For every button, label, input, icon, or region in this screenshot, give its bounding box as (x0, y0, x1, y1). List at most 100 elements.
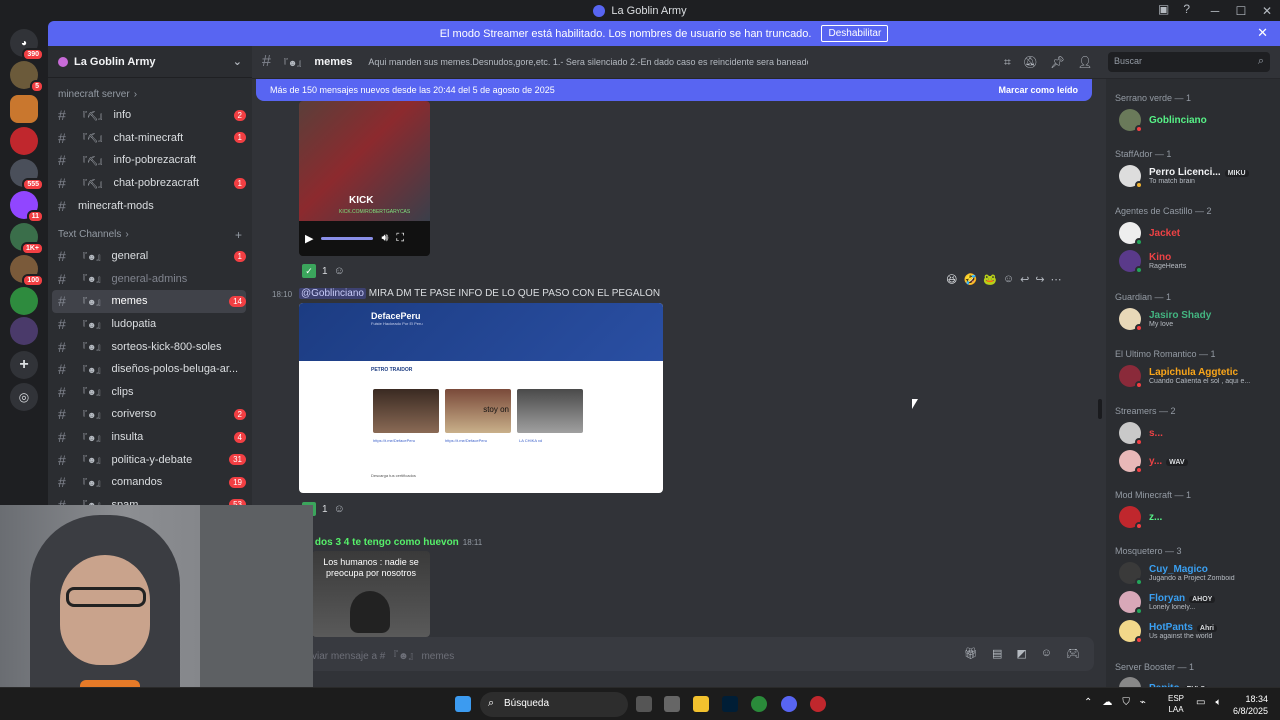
close-button[interactable]: ✕ (1254, 4, 1280, 18)
discover-icon[interactable]: ◎ (10, 383, 38, 411)
emoji-reaction-icon[interactable]: 🐸 (983, 273, 997, 286)
notification-muted-icon[interactable]: 🔕︎ (1023, 55, 1038, 70)
channel-item-sorteos-kick-800-soles[interactable]: # 『☻』 sorteos-kick-800-soles (52, 335, 246, 358)
minimize-button[interactable]: ─ (1202, 4, 1228, 18)
channel-item-coriverso[interactable]: # 『☻』 coriverso 2 (52, 403, 246, 426)
chevron-up-icon[interactable]: ⌃ (1084, 697, 1092, 708)
member-item[interactable]: s... (1119, 422, 1279, 446)
channel-item-info-pobrezacraft[interactable]: # 『⛏』 info-pobrezacraft (52, 149, 246, 172)
add-server-icon[interactable]: + (10, 351, 38, 379)
member-item[interactable]: Jasiro Shady My love (1119, 308, 1279, 332)
user-mention[interactable]: @Goblinciano (299, 288, 366, 299)
close-banner-icon[interactable]: ✕ (1257, 25, 1268, 41)
channel-item-minecraft-mods[interactable]: # minecraft-mods (52, 194, 246, 217)
new-messages-bar[interactable]: Más de 150 mensajes nuevos desde las 20:… (256, 79, 1092, 101)
shield-icon[interactable]: ⛉ (1122, 697, 1130, 708)
add-reaction-icon[interactable]: ☺ (334, 503, 345, 515)
member-item[interactable]: Perro Licenci... MIKU To match brain (1119, 165, 1279, 189)
server-icon[interactable] (10, 317, 38, 345)
channel-item-chat-pobrezacraft[interactable]: # 『⛏』 chat-pobrezacraft 1 (52, 172, 246, 195)
channel-item-clips[interactable]: # 『☻』 clips (52, 381, 246, 404)
more-icon[interactable]: ⋯ (1051, 273, 1062, 286)
volume-bar[interactable] (321, 237, 374, 240)
usb-icon[interactable]: ⌁ (1140, 697, 1146, 708)
gift-icon[interactable]: 🎁︎ (964, 647, 978, 660)
gif-icon[interactable]: ▤ (992, 647, 1002, 660)
server-icon[interactable]: 5 (10, 61, 44, 93)
server-icon[interactable] (10, 95, 38, 123)
cloud-icon[interactable]: ☁ (1102, 697, 1112, 708)
member-item[interactable]: Goblinciano (1119, 109, 1279, 133)
taskbar-clock[interactable]: 18:34 6/8/2025 (1233, 693, 1268, 717)
member-item[interactable]: Cuy_Magico Jugando a Project Zomboid (1119, 562, 1279, 586)
task-view-icon[interactable] (636, 696, 652, 712)
member-item[interactable]: Floryan AHOY Lonely lonely... (1119, 591, 1279, 615)
threads-icon[interactable]: ⌗ (1004, 55, 1011, 70)
channel-item-politica-y-debate[interactable]: # 『☻』 politica-y-debate 31 (52, 448, 246, 471)
server-icon[interactable] (10, 287, 38, 315)
chrome-icon[interactable] (751, 696, 767, 712)
help-icon[interactable]: ? (1183, 2, 1190, 16)
emoji-icon[interactable]: ☺ (1041, 647, 1052, 660)
video-embed[interactable]: KICK KICK.COM/ROBERTGARYCAS ▶ 🔊︎ ⛶ (299, 101, 430, 256)
category-text-channels[interactable]: Text Channels › + (48, 225, 252, 245)
inbox-icon[interactable]: ▣ (1158, 2, 1169, 16)
sticker-icon[interactable]: ◩ (1016, 647, 1026, 660)
member-list-icon[interactable]: 👤︎ (1077, 55, 1092, 70)
play-icon[interactable]: ▶ (305, 232, 313, 245)
server-icon[interactable]: 100 (10, 255, 44, 287)
home-button[interactable]: ◕ 390 (10, 29, 44, 61)
message-input[interactable]: viar mensaje a # 『☻』 memes 🎁︎ ▤ ◩ ☺ 🎮︎ (298, 637, 1094, 671)
mark-as-read-button[interactable]: Marcar como leído (998, 85, 1078, 95)
start-icon[interactable] (455, 696, 471, 712)
reply-icon[interactable]: ↩ (1020, 273, 1029, 286)
scrollbar[interactable] (1098, 399, 1102, 419)
server-icon[interactable] (10, 127, 38, 155)
volume-icon[interactable]: 🔊︎ (381, 232, 388, 245)
fullscreen-icon[interactable]: ⛶ (396, 232, 404, 245)
guild-header[interactable]: La Goblin Army ⌄ (48, 46, 252, 78)
twitch-server-icon[interactable]: 11 (10, 191, 44, 223)
discord-taskbar-icon[interactable] (781, 696, 797, 712)
member-item[interactable]: y... WAV (1119, 450, 1279, 474)
channel-item-general[interactable]: # 『☻』 general 1 (52, 245, 246, 268)
file-explorer-icon[interactable] (693, 696, 709, 712)
member-item[interactable]: PepitoRVLS (1119, 677, 1279, 687)
member-item[interactable]: Jacket (1119, 222, 1279, 246)
member-item[interactable]: Lapichula Aggtetic Cuando Calienta el sol… (1119, 365, 1279, 389)
channel-item-general-admins[interactable]: # 『☻』 general-admins (52, 268, 246, 291)
check-reaction[interactable]: ✓ (302, 264, 316, 278)
server-icon[interactable]: 555 (10, 159, 44, 191)
language-indicator[interactable]: ESP LAA (1168, 693, 1184, 715)
add-channel-icon[interactable]: + (235, 228, 242, 242)
channel-topic[interactable]: Aqui manden sus memes.Desnudos,gore,etc.… (368, 57, 808, 67)
maximize-button[interactable]: ☐ (1228, 4, 1254, 18)
volume-icon[interactable]: 🔈︎ (1215, 697, 1221, 708)
disable-streamer-button[interactable]: Deshabilitar (821, 25, 889, 42)
channel-item-comandos[interactable]: # 『☻』 comandos 19 (52, 471, 246, 494)
meme-image[interactable]: Los humanos : nadie se preocupa por noso… (312, 551, 430, 637)
category-minecraft[interactable]: minecraft server › (48, 84, 252, 104)
channel-item-dise-os-polos-beluga-ar-[interactable]: # 『☻』 diseños-polos-beluga-ar... (52, 358, 246, 381)
image-attachment[interactable]: DefacePeru Fuiste Hackeado Por El Peru P… (299, 303, 663, 493)
search-input[interactable]: Buscar ⌕ (1108, 52, 1270, 72)
member-item[interactable]: z... (1119, 506, 1279, 530)
app-icon[interactable] (810, 696, 826, 712)
channel-item-ludopatia[interactable]: # 『☻』 ludopatia (52, 313, 246, 336)
member-item[interactable]: HotPants Ahri Us against the world (1119, 620, 1279, 644)
channel-item-info[interactable]: # 『⛏』 info 2 (52, 104, 246, 127)
emoji-reaction-icon[interactable]: 😆 (946, 273, 957, 286)
pin-icon[interactable]: 📌︎ (1050, 55, 1065, 70)
server-icon[interactable]: 1K+ (10, 223, 44, 255)
app-icon[interactable] (664, 696, 680, 712)
channel-item-memes[interactable]: # 『☻』 memes 14 (52, 290, 246, 313)
emoji-reaction-icon[interactable]: 🤣 (963, 273, 977, 286)
channel-item-insulta[interactable]: # 『☻』 insulta 4 (52, 426, 246, 449)
forward-icon[interactable]: ↪ (1035, 273, 1044, 286)
activities-icon[interactable]: 🎮︎ (1066, 647, 1080, 660)
channel-item-chat-minecraft[interactable]: # 『⛏』 chat-minecraft 1 (52, 127, 246, 150)
taskbar-search[interactable]: ⌕ Búsqueda (480, 692, 628, 717)
member-item[interactable]: Kino RageHearts (1119, 250, 1279, 274)
add-reaction-icon[interactable]: ☺ (334, 265, 345, 277)
photoshop-icon[interactable] (722, 696, 738, 712)
